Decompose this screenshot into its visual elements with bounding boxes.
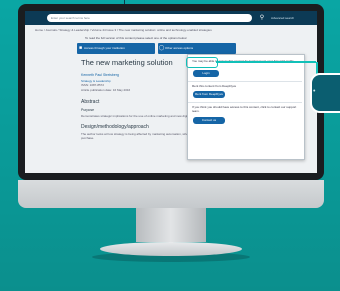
monitor-chin	[18, 180, 324, 208]
institution-icon: ■	[78, 45, 83, 51]
support-text: If you think you should have access to t…	[192, 105, 297, 113]
access-options-dropdown: You may be able to access this content b…	[187, 54, 305, 160]
search-input[interactable]: Enter your search terms here	[47, 14, 252, 22]
callout-connector	[216, 61, 316, 63]
monitor-stand	[136, 208, 206, 242]
publication-date: Article publication date: 16 May 2016	[81, 88, 131, 92]
access-note: To read the full version of this content…	[85, 36, 188, 40]
divider	[188, 102, 302, 103]
purpose-heading: Purpose	[81, 108, 95, 112]
rent-button[interactable]: Rent from DeepDyve	[193, 91, 225, 98]
other-access-options-button[interactable]: ◯Other access options	[158, 43, 236, 54]
design-heading: Design/methodology/approach	[81, 124, 149, 130]
abstract-heading: Abstract	[81, 99, 100, 105]
institution-access-label: Access through your institution	[84, 46, 125, 50]
issn: ISSN: 1087-8572	[81, 83, 105, 87]
divider	[188, 81, 302, 82]
rent-text: Rent this content from DeepDyve	[192, 84, 237, 88]
search-icon[interactable]: ⚲	[258, 14, 266, 22]
breadcrumb[interactable]: Home / Journals / Strategy & Leadership …	[35, 27, 305, 33]
login-highlight	[186, 57, 218, 68]
monitor-base	[100, 242, 242, 256]
other-access-options-label: Other access options	[165, 46, 194, 50]
article-author[interactable]: Kenneth Paul Streisberg	[81, 73, 151, 78]
monitor-screen: Enter your search terms here ⚲ Advanced …	[25, 11, 317, 173]
contact-button[interactable]: Contact us	[193, 117, 225, 124]
info-icon: •	[313, 88, 316, 95]
institution-access-button[interactable]: ■ Access through your institution	[77, 43, 155, 54]
login-button[interactable]: Login	[193, 70, 219, 77]
advanced-search-link[interactable]: Advanced search	[271, 14, 311, 22]
key-icon: ◯	[158, 45, 165, 51]
